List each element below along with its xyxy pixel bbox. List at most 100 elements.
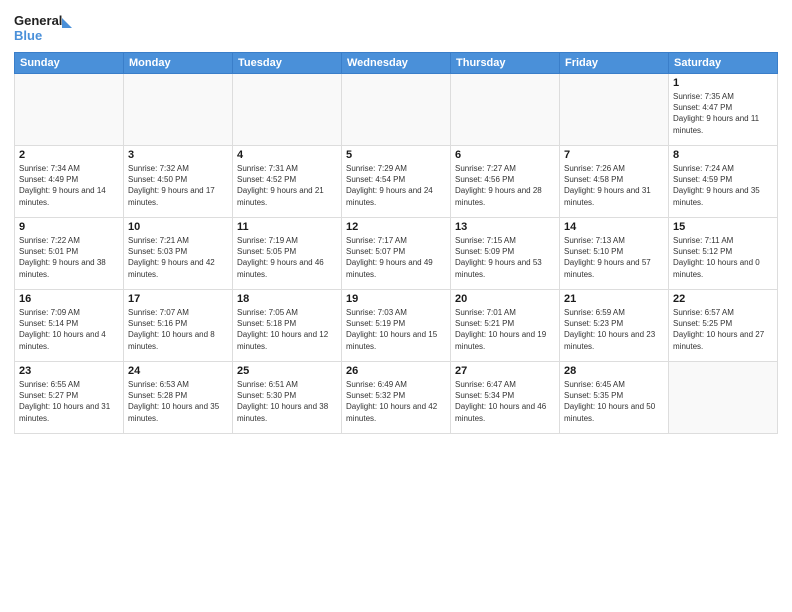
- day-info: Sunrise: 7:07 AM Sunset: 5:16 PM Dayligh…: [128, 307, 228, 352]
- svg-text:Blue: Blue: [14, 28, 42, 43]
- day-number: 9: [19, 221, 119, 233]
- logo-svg: GeneralBlue: [14, 10, 74, 46]
- day-info: Sunrise: 7:19 AM Sunset: 5:05 PM Dayligh…: [237, 235, 337, 280]
- day-info: Sunrise: 7:34 AM Sunset: 4:49 PM Dayligh…: [19, 163, 119, 208]
- day-info: Sunrise: 7:17 AM Sunset: 5:07 PM Dayligh…: [346, 235, 446, 280]
- day-info: Sunrise: 7:26 AM Sunset: 4:58 PM Dayligh…: [564, 163, 664, 208]
- calendar-cell: 12 Sunrise: 7:17 AM Sunset: 5:07 PM Dayli…: [342, 218, 451, 290]
- calendar-cell: 1 Sunrise: 7:35 AM Sunset: 4:47 PM Daylig…: [669, 74, 778, 146]
- calendar-cell: 8 Sunrise: 7:24 AM Sunset: 4:59 PM Daylig…: [669, 146, 778, 218]
- day-info: Sunrise: 6:45 AM Sunset: 5:35 PM Dayligh…: [564, 379, 664, 424]
- calendar-cell: 21 Sunrise: 6:59 AM Sunset: 5:23 PM Dayli…: [560, 290, 669, 362]
- day-number: 26: [346, 365, 446, 377]
- calendar-cell: [669, 362, 778, 434]
- calendar-cell: 3Sunrise: 7:32 AM Sunset: 4:50 PM Daylig…: [124, 146, 233, 218]
- calendar-cell: 10 Sunrise: 7:21 AM Sunset: 5:03 PM Dayli…: [124, 218, 233, 290]
- week-row-3: 16 Sunrise: 7:09 AM Sunset: 5:14 PM Dayli…: [15, 290, 778, 362]
- calendar-cell: 14 Sunrise: 7:13 AM Sunset: 5:10 PM Dayli…: [560, 218, 669, 290]
- day-info: Sunrise: 7:21 AM Sunset: 5:03 PM Dayligh…: [128, 235, 228, 280]
- day-info: Sunrise: 7:09 AM Sunset: 5:14 PM Dayligh…: [19, 307, 119, 352]
- calendar-cell: 20 Sunrise: 7:01 AM Sunset: 5:21 PM Dayli…: [451, 290, 560, 362]
- calendar-cell: 16 Sunrise: 7:09 AM Sunset: 5:14 PM Dayli…: [15, 290, 124, 362]
- weekday-header-wednesday: Wednesday: [342, 53, 451, 74]
- svg-text:General: General: [14, 13, 62, 28]
- page: GeneralBlue SundayMondayTuesdayWednesday…: [0, 0, 792, 612]
- day-number: 27: [455, 365, 555, 377]
- calendar-cell: [233, 74, 342, 146]
- day-number: 21: [564, 293, 664, 305]
- weekday-header-thursday: Thursday: [451, 53, 560, 74]
- day-number: 4: [237, 149, 337, 161]
- weekday-header-friday: Friday: [560, 53, 669, 74]
- day-number: 8: [673, 149, 773, 161]
- calendar-cell: 13 Sunrise: 7:15 AM Sunset: 5:09 PM Dayli…: [451, 218, 560, 290]
- day-info: Sunrise: 6:59 AM Sunset: 5:23 PM Dayligh…: [564, 307, 664, 352]
- calendar-cell: 15 Sunrise: 7:11 AM Sunset: 5:12 PM Dayli…: [669, 218, 778, 290]
- day-info: Sunrise: 6:51 AM Sunset: 5:30 PM Dayligh…: [237, 379, 337, 424]
- day-info: Sunrise: 7:15 AM Sunset: 5:09 PM Dayligh…: [455, 235, 555, 280]
- day-info: Sunrise: 6:47 AM Sunset: 5:34 PM Dayligh…: [455, 379, 555, 424]
- calendar: SundayMondayTuesdayWednesdayThursdayFrid…: [14, 52, 778, 434]
- day-info: Sunrise: 7:11 AM Sunset: 5:12 PM Dayligh…: [673, 235, 773, 280]
- calendar-cell: 26 Sunrise: 6:49 AM Sunset: 5:32 PM Dayli…: [342, 362, 451, 434]
- calendar-cell: [124, 74, 233, 146]
- calendar-cell: 6 Sunrise: 7:27 AM Sunset: 4:56 PM Daylig…: [451, 146, 560, 218]
- day-info: Sunrise: 7:01 AM Sunset: 5:21 PM Dayligh…: [455, 307, 555, 352]
- calendar-cell: 5Sunrise: 7:29 AM Sunset: 4:54 PM Daylig…: [342, 146, 451, 218]
- day-number: 25: [237, 365, 337, 377]
- day-info: Sunrise: 6:55 AM Sunset: 5:27 PM Dayligh…: [19, 379, 119, 424]
- week-row-1: 2Sunrise: 7:34 AM Sunset: 4:49 PM Daylig…: [15, 146, 778, 218]
- calendar-cell: 19Sunrise: 7:03 AM Sunset: 5:19 PM Dayli…: [342, 290, 451, 362]
- calendar-cell: 9 Sunrise: 7:22 AM Sunset: 5:01 PM Daylig…: [15, 218, 124, 290]
- weekday-header-sunday: Sunday: [15, 53, 124, 74]
- weekday-header-row: SundayMondayTuesdayWednesdayThursdayFrid…: [15, 53, 778, 74]
- calendar-cell: 23 Sunrise: 6:55 AM Sunset: 5:27 PM Dayli…: [15, 362, 124, 434]
- day-number: 1: [673, 77, 773, 89]
- calendar-cell: 18 Sunrise: 7:05 AM Sunset: 5:18 PM Dayli…: [233, 290, 342, 362]
- calendar-cell: 2Sunrise: 7:34 AM Sunset: 4:49 PM Daylig…: [15, 146, 124, 218]
- calendar-cell: 28 Sunrise: 6:45 AM Sunset: 5:35 PM Dayli…: [560, 362, 669, 434]
- calendar-cell: 4 Sunrise: 7:31 AM Sunset: 4:52 PM Daylig…: [233, 146, 342, 218]
- calendar-cell: 24 Sunrise: 6:53 AM Sunset: 5:28 PM Dayli…: [124, 362, 233, 434]
- calendar-cell: 11 Sunrise: 7:19 AM Sunset: 5:05 PM Dayli…: [233, 218, 342, 290]
- day-info: Sunrise: 7:35 AM Sunset: 4:47 PM Dayligh…: [673, 91, 773, 136]
- weekday-header-monday: Monday: [124, 53, 233, 74]
- day-number: 3: [128, 149, 228, 161]
- day-info: Sunrise: 6:57 AM Sunset: 5:25 PM Dayligh…: [673, 307, 773, 352]
- calendar-cell: 25 Sunrise: 6:51 AM Sunset: 5:30 PM Dayli…: [233, 362, 342, 434]
- day-number: 17: [128, 293, 228, 305]
- day-number: 24: [128, 365, 228, 377]
- logo: GeneralBlue: [14, 10, 74, 46]
- week-row-4: 23 Sunrise: 6:55 AM Sunset: 5:27 PM Dayli…: [15, 362, 778, 434]
- day-number: 14: [564, 221, 664, 233]
- day-info: Sunrise: 7:05 AM Sunset: 5:18 PM Dayligh…: [237, 307, 337, 352]
- day-info: Sunrise: 7:13 AM Sunset: 5:10 PM Dayligh…: [564, 235, 664, 280]
- day-info: Sunrise: 7:31 AM Sunset: 4:52 PM Dayligh…: [237, 163, 337, 208]
- calendar-cell: 27 Sunrise: 6:47 AM Sunset: 5:34 PM Dayli…: [451, 362, 560, 434]
- day-number: 6: [455, 149, 555, 161]
- week-row-0: 1 Sunrise: 7:35 AM Sunset: 4:47 PM Daylig…: [15, 74, 778, 146]
- day-number: 16: [19, 293, 119, 305]
- day-number: 20: [455, 293, 555, 305]
- calendar-cell: 7 Sunrise: 7:26 AM Sunset: 4:58 PM Daylig…: [560, 146, 669, 218]
- day-number: 5: [346, 149, 446, 161]
- day-info: Sunrise: 7:27 AM Sunset: 4:56 PM Dayligh…: [455, 163, 555, 208]
- day-number: 10: [128, 221, 228, 233]
- day-number: 15: [673, 221, 773, 233]
- calendar-cell: 17 Sunrise: 7:07 AM Sunset: 5:16 PM Dayli…: [124, 290, 233, 362]
- day-number: 12: [346, 221, 446, 233]
- calendar-cell: [342, 74, 451, 146]
- day-number: 7: [564, 149, 664, 161]
- header: GeneralBlue: [14, 10, 778, 46]
- calendar-cell: [451, 74, 560, 146]
- day-number: 13: [455, 221, 555, 233]
- day-number: 28: [564, 365, 664, 377]
- day-number: 18: [237, 293, 337, 305]
- day-number: 22: [673, 293, 773, 305]
- day-info: Sunrise: 7:24 AM Sunset: 4:59 PM Dayligh…: [673, 163, 773, 208]
- day-info: Sunrise: 6:53 AM Sunset: 5:28 PM Dayligh…: [128, 379, 228, 424]
- day-number: 23: [19, 365, 119, 377]
- day-info: Sunrise: 6:49 AM Sunset: 5:32 PM Dayligh…: [346, 379, 446, 424]
- day-number: 11: [237, 221, 337, 233]
- day-info: Sunrise: 7:22 AM Sunset: 5:01 PM Dayligh…: [19, 235, 119, 280]
